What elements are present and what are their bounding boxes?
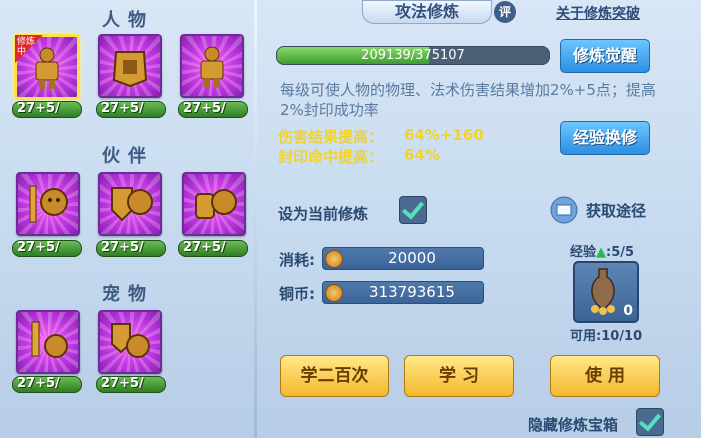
- section-title-partner: 伙伴: [102, 146, 154, 167]
- level-bar: 27+5/: [12, 101, 82, 118]
- level-bar: 27+5/: [96, 101, 166, 118]
- coins-field: 313793615: [322, 281, 484, 304]
- awaken-button[interactable]: 修炼觉醒: [560, 39, 650, 73]
- armor-chest-icon: [112, 51, 148, 88]
- level-bar: 27+5/: [178, 240, 248, 257]
- armored-warrior-icon: [35, 47, 59, 89]
- training-description: 每级可使人物的物理、法术伤害结果增加2%+5点；提高2%封印成功率: [280, 81, 656, 119]
- level-bar: 27+5/: [96, 240, 166, 257]
- gauntlet-lion-icon: [195, 189, 237, 219]
- hide-chest-label: 隐藏修炼宝箱: [528, 416, 619, 434]
- armored-warrior-icon: [200, 46, 224, 88]
- vase-count: 0: [623, 303, 633, 319]
- slot-character-1[interactable]: 修炼中: [14, 34, 80, 100]
- level-bar: 27+5/: [178, 101, 248, 118]
- cost-field: 20000: [322, 247, 484, 270]
- set-current-checkbox[interactable]: [399, 196, 427, 224]
- level-bar: 27+5/: [12, 240, 82, 257]
- slot-character-3[interactable]: [180, 34, 244, 98]
- learn-200-button[interactable]: 学二百次: [280, 355, 389, 397]
- training-chest-slot[interactable]: 0: [573, 261, 639, 323]
- slot-partner-3[interactable]: [182, 172, 246, 236]
- usable-count: 可用:10/10: [570, 329, 643, 344]
- divider: [254, 0, 257, 438]
- exp-label: 经验▲:5/5: [570, 245, 635, 260]
- level-bar: 27+5/: [12, 376, 82, 393]
- level-bar: 27+5/: [96, 376, 166, 393]
- stat-label: 封印命中提高：: [278, 148, 384, 166]
- slot-pet-1[interactable]: [16, 310, 80, 374]
- sword-lion-icon: [29, 185, 68, 223]
- coins-label: 铜币:: [279, 285, 315, 303]
- shield-lion-icon: [111, 187, 153, 222]
- slot-pet-2[interactable]: [98, 310, 162, 374]
- stat-value: 64%+160: [404, 126, 484, 144]
- stat-seal: 封印命中提高： 64%: [278, 146, 440, 167]
- slot-partner-2[interactable]: [98, 172, 162, 236]
- sword-pet-icon: [31, 321, 68, 358]
- book-icon: [550, 196, 578, 224]
- slot-partner-1[interactable]: [16, 172, 80, 236]
- stat-label: 伤害结果提高：: [278, 128, 384, 146]
- exp-exchange-button[interactable]: 经验换修: [560, 121, 650, 155]
- progress-text: 209139/375107: [361, 48, 465, 63]
- tab-attack-magic-training[interactable]: 攻法修炼: [362, 0, 492, 24]
- cost-label: 消耗:: [279, 251, 315, 269]
- coins-value: 313793615: [369, 283, 455, 301]
- coin-icon: [325, 250, 343, 268]
- obtain-source-label: 获取途径: [586, 202, 647, 220]
- rating-icon[interactable]: 评: [494, 1, 516, 23]
- vase-icon: [591, 268, 615, 315]
- stat-value: 64%: [404, 146, 440, 164]
- set-current-label: 设为当前修炼: [278, 205, 369, 223]
- coin-icon: [325, 284, 343, 302]
- hide-chest-checkbox[interactable]: [636, 408, 664, 436]
- up-arrow-icon: ▲: [596, 245, 607, 260]
- slot-character-2[interactable]: [98, 34, 162, 98]
- training-progress-bar: 209139/375107: [276, 46, 550, 65]
- learn-button[interactable]: 学 习: [404, 355, 514, 397]
- cost-value: 20000: [388, 249, 436, 267]
- breakthrough-link[interactable]: 关于修炼突破: [556, 3, 640, 23]
- shield-pet-icon: [111, 323, 150, 358]
- use-button[interactable]: 使 用: [550, 355, 660, 397]
- section-title-character: 人物: [102, 10, 154, 31]
- section-title-pet: 宠物: [102, 284, 154, 305]
- stat-damage: 伤害结果提高： 64%+160: [278, 126, 484, 147]
